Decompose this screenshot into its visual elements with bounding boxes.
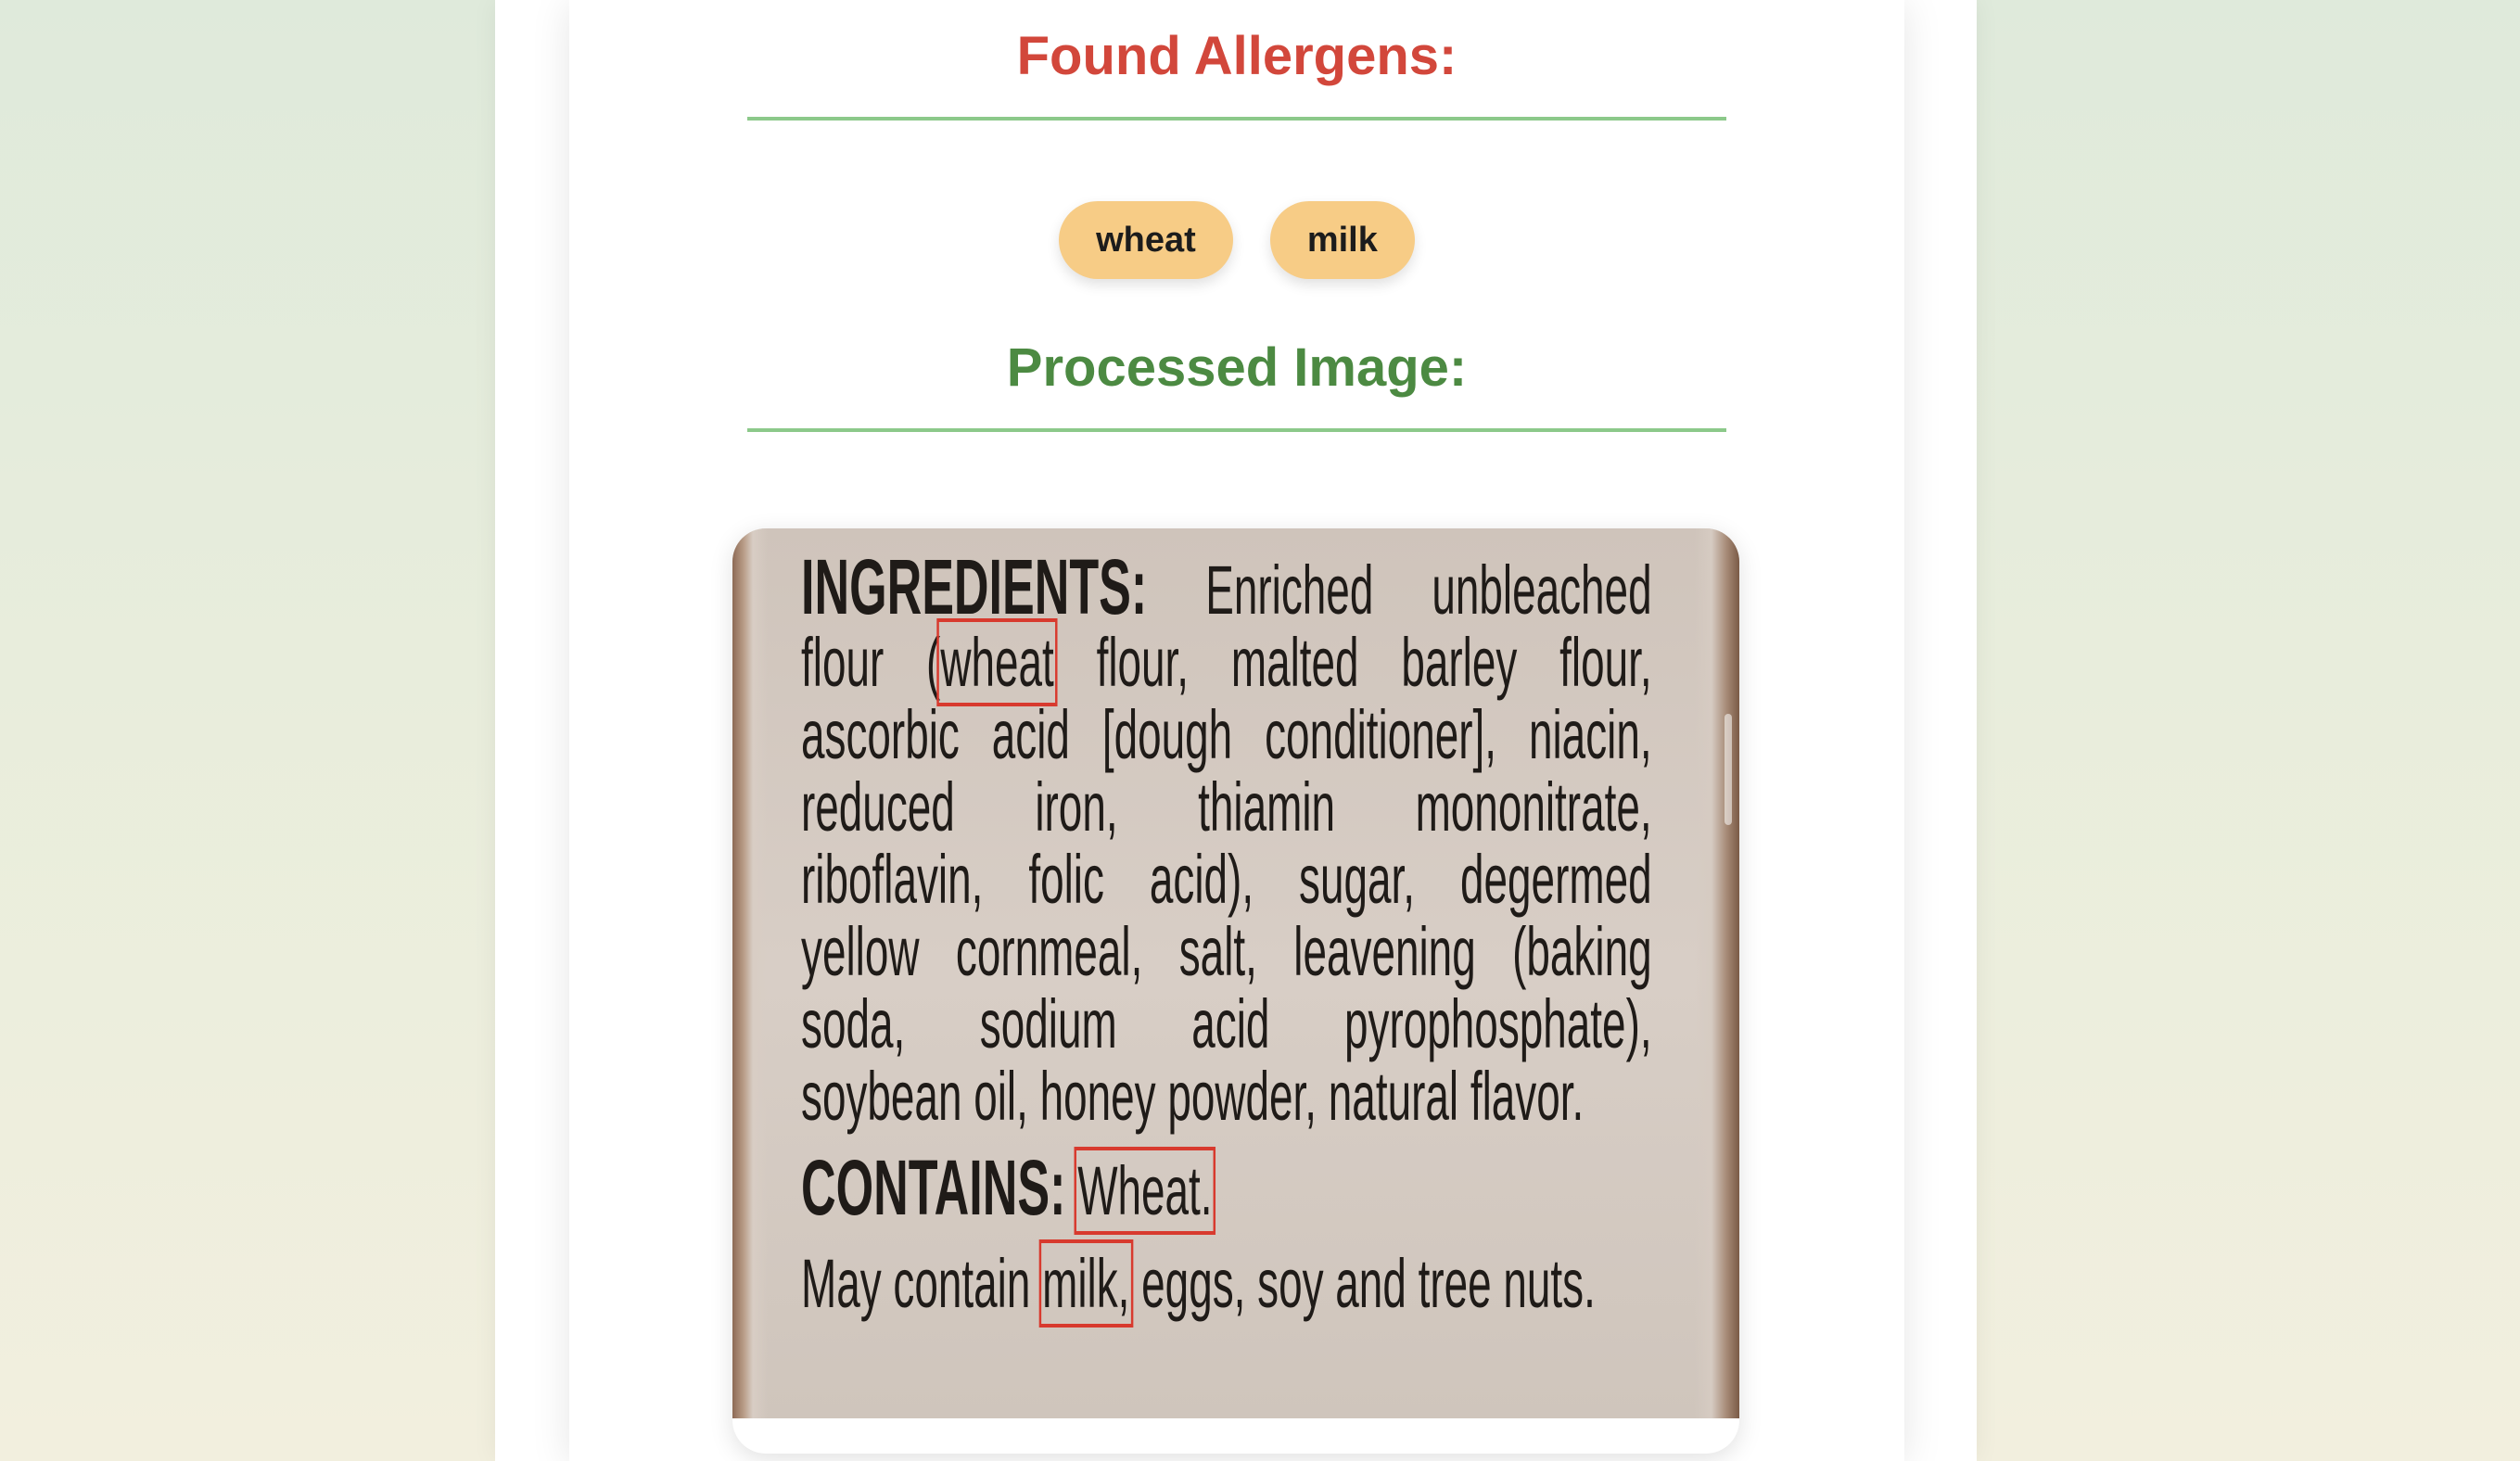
contains-line: CONTAINS: Wheat. [801, 1147, 1652, 1235]
label-line: flour (wheat flour, malted barley flour, [801, 618, 1652, 706]
label-text-segment: May contain [801, 1245, 1043, 1322]
may-contain-line: May contain milk, eggs, soy and tree nut… [801, 1239, 1652, 1328]
label-line: yellow cornmeal, salt, leavening (baking [801, 913, 1652, 990]
allergen-tags: wheat milk [747, 201, 1726, 279]
found-allergens-heading: Found Allergens: [747, 30, 1726, 121]
label-text-segment: flour, malted barley flour, [1053, 624, 1652, 701]
label-text-segment: flour ( [801, 624, 941, 701]
label-line: INGREDIENTS: Enriched unbleached [801, 548, 1652, 629]
label-line: riboflavin, folic acid), sugar, degermed [801, 841, 1652, 918]
label-line: soda, sodium acid pyrophosphate), [801, 985, 1652, 1062]
allergen-highlight-wheat-contains: Wheat. [1074, 1147, 1216, 1235]
contains-label: CONTAINS: [801, 1144, 1066, 1231]
processed-image-heading: Processed Image: [747, 341, 1726, 432]
label-line: soybean oil, honey powder, natural flavo… [801, 1058, 1585, 1135]
allergen-tag-wheat: wheat [1059, 201, 1233, 279]
ingredient-label-text: INGREDIENTS: Enriched unbleached flour (… [801, 548, 1652, 1328]
photo-glare [1725, 714, 1732, 825]
label-text-segment: Enriched unbleached [1205, 552, 1652, 629]
label-line: ascorbic acid [dough conditioner], niaci… [801, 696, 1652, 773]
processed-ingredient-label-image: INGREDIENTS: Enriched unbleached flour (… [732, 528, 1739, 1418]
ingredients-label: INGREDIENTS: [801, 543, 1148, 630]
allergen-highlight-milk: milk, [1038, 1239, 1134, 1328]
processed-image-frame: INGREDIENTS: Enriched unbleached flour (… [732, 528, 1739, 1454]
label-line: reduced iron, thiamin mononitrate, [801, 769, 1652, 845]
allergen-highlight-wheat: wheat [936, 618, 1058, 706]
label-text-segment: eggs, soy and tree nuts. [1129, 1245, 1596, 1322]
allergen-tag-milk: milk [1269, 201, 1415, 279]
